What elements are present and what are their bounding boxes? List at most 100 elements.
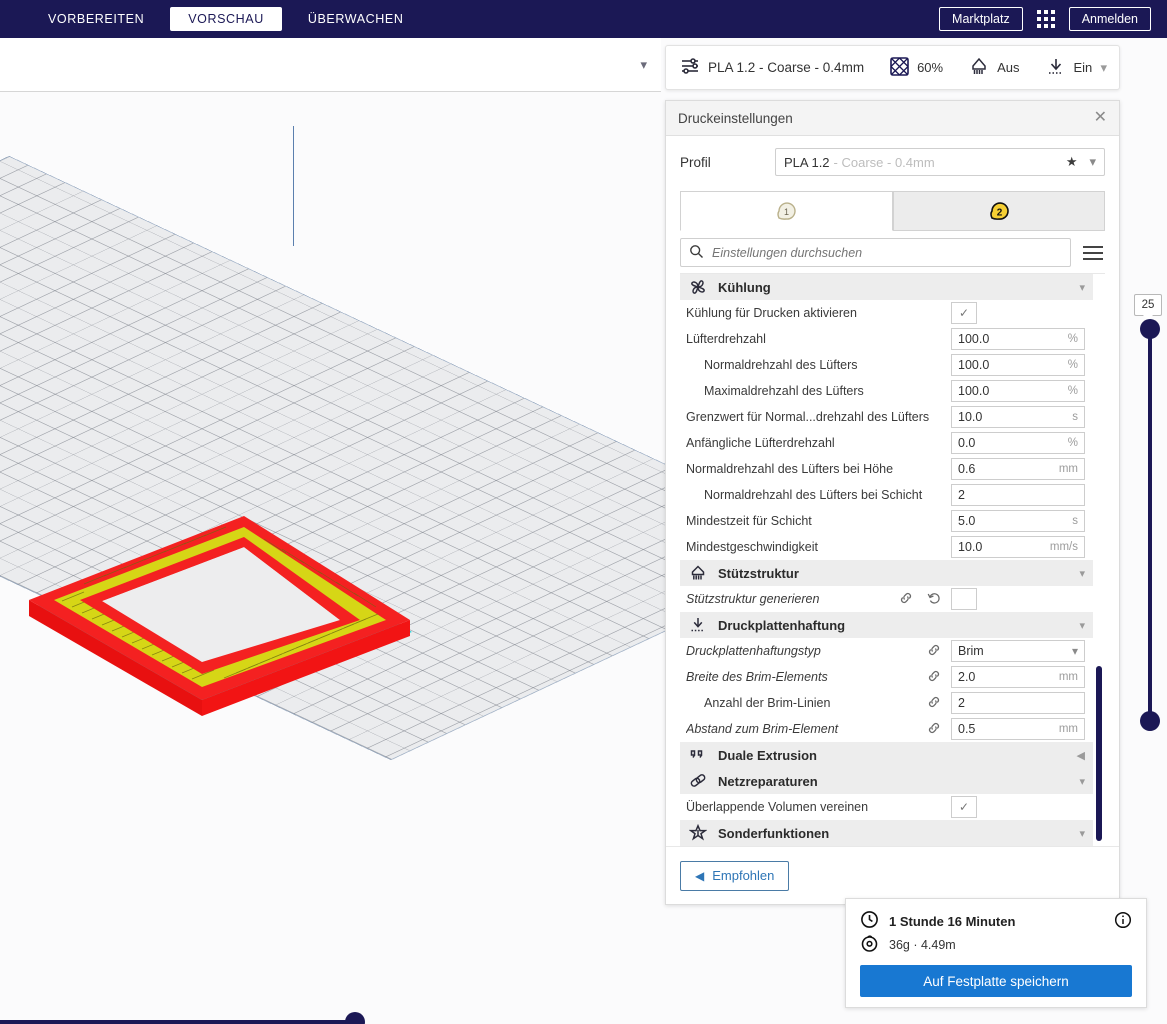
setting-field[interactable]: 100.0% xyxy=(951,328,1085,350)
link-icon[interactable] xyxy=(927,721,941,738)
top-navigation-bar: VORBEREITEN VORSCHAU ÜBERWACHEN Marktpla… xyxy=(0,0,1167,38)
category-header-duale-extrusion[interactable]: Duale Extrusion ◀ xyxy=(680,742,1093,768)
link-icon[interactable] xyxy=(927,643,941,660)
search-icon xyxy=(689,244,704,262)
setting-label: Grenzwert für Normal...drehzahl des Lüft… xyxy=(686,410,930,424)
layer-slider-track[interactable] xyxy=(1148,323,1152,728)
setting-field[interactable]: 10.0 mm/s xyxy=(951,536,1085,558)
star-icon[interactable]: ★ xyxy=(1066,154,1078,170)
setting-row: Breite des Brim-Elements 2.0 mm xyxy=(680,664,1093,690)
setting-icons xyxy=(927,721,941,738)
setting-field[interactable]: 0.5 mm xyxy=(951,718,1085,740)
panel-header: Druckeinstellungen ✕ xyxy=(666,101,1119,136)
config-support-item[interactable]: Aus xyxy=(969,57,1020,79)
category-header-sonderfunktionen[interactable]: Sonderfunktionen ▾ xyxy=(680,820,1093,846)
recommended-button[interactable]: ◀ Empfohlen xyxy=(680,860,790,891)
spool-icon xyxy=(860,934,879,956)
setting-label: Kühlung für Drucken aktivieren xyxy=(686,306,857,320)
marketplace-button[interactable]: Marktplatz xyxy=(939,7,1023,31)
config-adhesion-item[interactable]: Ein xyxy=(1046,57,1092,79)
setting-unit: % xyxy=(1067,437,1078,449)
sliced-model-preview[interactable] xyxy=(24,504,414,719)
link-icon[interactable] xyxy=(927,669,941,686)
settings-list[interactable]: Kühlung ▾ Kühlung für Drucken aktivieren ✓ L… xyxy=(680,273,1105,846)
chevron-down-icon[interactable]: ▾ xyxy=(1079,567,1085,580)
chevron-down-icon[interactable]: ▾ xyxy=(1079,775,1085,788)
chevron-down-icon[interactable]: ▾ xyxy=(1079,619,1085,632)
setting-field[interactable]: 2.0 mm xyxy=(951,666,1085,688)
setting-control: 100.0% xyxy=(951,328,1085,350)
chevron-down-icon[interactable]: ▾ xyxy=(1079,281,1085,294)
setting-value: 2.0 xyxy=(958,670,976,684)
setting-field[interactable]: 100.0% xyxy=(951,380,1085,402)
chevron-down-icon[interactable]: ▾ xyxy=(1089,154,1096,170)
setting-row: Stützstruktur generieren xyxy=(680,586,1093,612)
revert-icon[interactable] xyxy=(927,591,941,608)
extruder-tab-2[interactable]: 2 xyxy=(892,191,1105,231)
search-input[interactable] xyxy=(712,245,1062,260)
path-simulation-slider[interactable] xyxy=(0,1010,372,1024)
link-icon[interactable] xyxy=(899,591,913,608)
info-icon[interactable] xyxy=(1114,911,1132,932)
setting-field[interactable]: 10.0 s xyxy=(951,406,1085,428)
config-infill-item[interactable]: 60% xyxy=(890,56,944,79)
extruder-tab-1[interactable]: 1 xyxy=(680,191,893,231)
setting-checkbox[interactable] xyxy=(951,588,977,610)
setting-label: Mindestzeit für Schicht xyxy=(686,514,812,528)
setting-control xyxy=(951,588,1085,610)
layer-view-slider[interactable]: 25 xyxy=(1134,294,1162,731)
setting-field[interactable]: 100.0% xyxy=(951,354,1085,376)
category-header-druckplattenhaftung[interactable]: Druckplattenhaftung ▾ xyxy=(680,612,1093,638)
settings-scrollbar[interactable] xyxy=(1093,274,1105,846)
layer-slider-handle-top[interactable] xyxy=(1140,319,1160,339)
setting-field[interactable]: 5.0 s xyxy=(951,510,1085,532)
profile-select[interactable]: PLA 1.2 - Coarse - 0.4mm ★ ▾ xyxy=(775,148,1105,176)
setting-unit: mm xyxy=(1058,723,1078,735)
config-chevron-down-icon[interactable]: ▾ xyxy=(1100,60,1119,76)
support-structure-icon xyxy=(688,564,708,582)
config-infill-value: 60% xyxy=(917,60,944,75)
setting-row: Kühlung für Drucken aktivieren ✓ xyxy=(680,300,1093,326)
category-title: Kühlung xyxy=(718,279,771,295)
chevron-down-icon[interactable]: ▾ xyxy=(1079,827,1085,840)
path-slider-track[interactable] xyxy=(0,1020,356,1024)
chevron-left-icon[interactable]: ◀ xyxy=(1077,749,1085,762)
setting-checkbox[interactable]: ✓ xyxy=(951,302,977,324)
setting-checkbox[interactable]: ✓ xyxy=(951,796,977,818)
category-header-netzreparaturen[interactable]: Netzreparaturen ▾ xyxy=(680,768,1093,794)
viewport-collapse-chevron-down-icon[interactable]: ▾ xyxy=(640,57,647,73)
search-box[interactable] xyxy=(680,238,1071,267)
setting-field[interactable]: 0.6 mm xyxy=(951,458,1085,480)
layer-slider-handle-bottom[interactable] xyxy=(1140,711,1160,731)
setting-label: Normaldrehzahl des Lüfters xyxy=(704,358,858,372)
hamburger-menu-icon[interactable] xyxy=(1081,244,1105,262)
settings-scrollbar-thumb[interactable] xyxy=(1096,666,1102,841)
config-profile-item[interactable]: PLA 1.2 - Coarse - 0.4mm xyxy=(666,57,864,78)
close-icon[interactable]: ✕ xyxy=(1094,110,1107,126)
nav-tab-vorschau[interactable]: VORSCHAU xyxy=(170,7,282,31)
setting-value: 2 xyxy=(958,488,965,502)
category-header-kuehlung[interactable]: Kühlung ▾ xyxy=(680,274,1093,300)
category-header-stuetzstruktur[interactable]: Stützstruktur ▾ xyxy=(680,560,1093,586)
layer-slider-value-label: 25 xyxy=(1134,294,1162,321)
setting-row: Anzahl der Brim-Linien 2 xyxy=(680,690,1093,716)
nav-tab-uberwachen[interactable]: ÜBERWACHEN xyxy=(290,7,422,31)
setting-field[interactable]: 2 xyxy=(951,484,1085,506)
setting-unit: mm xyxy=(1058,671,1078,683)
setting-label: Überlappende Volumen vereinen xyxy=(686,800,869,814)
setting-field[interactable]: 0.0% xyxy=(951,432,1085,454)
material-line: 36g · 4.49m xyxy=(860,933,1132,957)
setting-select[interactable]: Brim ▾ xyxy=(951,640,1085,662)
nav-tab-vorbereiten[interactable]: VORBEREITEN xyxy=(30,7,162,31)
setting-control: 2.0 mm xyxy=(951,666,1085,688)
signin-button[interactable]: Anmelden xyxy=(1068,7,1151,31)
link-icon[interactable] xyxy=(927,695,941,712)
print-setup-selector-bar[interactable]: PLA 1.2 - Coarse - 0.4mm 60% Aus Ein ▾ xyxy=(665,45,1120,90)
setting-field[interactable]: 2 xyxy=(951,692,1085,714)
path-slider-handle[interactable] xyxy=(345,1012,365,1024)
apps-grid-icon[interactable] xyxy=(1036,10,1055,28)
setting-control: 0.0% xyxy=(951,432,1085,454)
chevron-down-icon[interactable]: ▾ xyxy=(1072,644,1078,658)
save-to-disk-button[interactable]: Auf Festplatte speichern xyxy=(860,965,1132,997)
setting-control: Brim ▾ xyxy=(951,640,1085,662)
